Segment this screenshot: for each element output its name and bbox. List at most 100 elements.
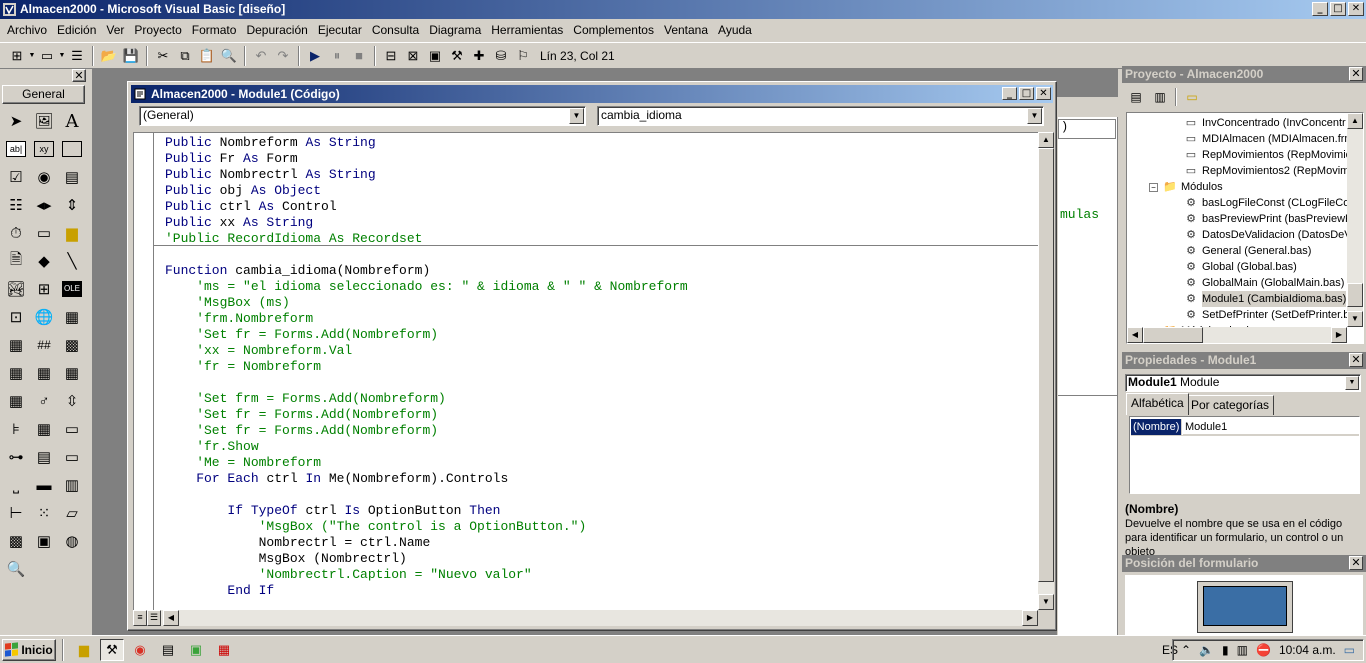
menu-depuracion[interactable]: Depuración xyxy=(241,21,312,40)
dataform-icon[interactable]: ▦ xyxy=(2,387,30,415)
listview-icon[interactable]: ⁙ xyxy=(30,499,58,527)
tree-hscroll-thumb[interactable] xyxy=(1143,327,1203,343)
restore-button[interactable]: □ xyxy=(1330,2,1346,16)
code-vertical-scrollbar[interactable]: ▲ ▼ xyxy=(1038,132,1054,610)
code-line[interactable]: MsgBox (Nombrectrl) xyxy=(165,551,688,567)
code-line[interactable]: 'Set frm = Forms.Add(Nombreform) xyxy=(165,391,688,407)
treeview-icon[interactable]: ⊢ xyxy=(2,499,30,527)
grid-control-icon[interactable]: ▦ xyxy=(58,303,86,331)
calendar-icon[interactable]: ▦ xyxy=(30,415,58,443)
cut-icon[interactable]: ✂ xyxy=(152,45,174,67)
code-line[interactable]: 'Set fr = Forms.Add(Nombreform) xyxy=(165,327,688,343)
drivelistbox-icon[interactable]: ▭ xyxy=(30,219,58,247)
tab-por-categorias[interactable]: Por categorías xyxy=(1186,395,1275,415)
scroll-left-icon[interactable]: ◀ xyxy=(163,610,179,626)
tabstrip-icon[interactable]: ▭ xyxy=(58,415,86,443)
code-line[interactable] xyxy=(165,375,688,391)
menu-editor-icon[interactable]: ☰ xyxy=(66,45,88,67)
progressbar-icon[interactable]: ▬ xyxy=(30,471,58,499)
procedure-combo-arrow-icon[interactable]: ▼ xyxy=(1027,108,1042,124)
full-module-view-icon[interactable]: ☰ xyxy=(147,610,161,626)
calculator-icon[interactable]: ▦ xyxy=(212,639,236,661)
view-object-icon[interactable]: ▥ xyxy=(1149,87,1171,107)
tree-scroll-down-icon[interactable]: ▼ xyxy=(1347,311,1363,327)
tree-node[interactable]: − 📁 Módulos xyxy=(1149,179,1223,195)
menu-ayuda[interactable]: Ayuda xyxy=(713,21,757,40)
toolbox-close-icon[interactable]: ✕ xyxy=(72,69,86,82)
explorer-quicklaunch-icon[interactable]: ▆ xyxy=(72,639,96,661)
frame-icon[interactable]: xy xyxy=(30,135,58,163)
tree-node[interactable]: ▭ InvConcentrado (InvConcentr xyxy=(1183,115,1346,131)
tree-node[interactable]: ⚙ Global (Global.bas) xyxy=(1183,259,1297,275)
collapse-icon[interactable]: − xyxy=(1149,182,1158,192)
open-folder-icon[interactable]: 📂 xyxy=(98,45,120,67)
code-line[interactable]: Function cambia_idioma(Nombreform) xyxy=(165,263,688,279)
object-combo-arrow-icon[interactable]: ▼ xyxy=(569,108,584,124)
scroll-thumb[interactable] xyxy=(1038,148,1054,582)
code-line[interactable]: 'Public RecordIdioma As Recordset xyxy=(165,231,688,247)
security-icon[interactable]: ⛔ xyxy=(1256,643,1271,657)
toolbox-tab-general[interactable]: General xyxy=(2,85,85,104)
tree-vertical-scrollbar[interactable]: ▲ ▼ xyxy=(1347,113,1363,327)
project-close-icon[interactable]: ✕ xyxy=(1349,67,1363,81)
notepad-icon[interactable]: ▤ xyxy=(156,639,180,661)
start-icon[interactable]: ▶ xyxy=(304,45,326,67)
close-button[interactable]: ✕ xyxy=(1348,2,1364,16)
form-layout-area[interactable] xyxy=(1125,575,1363,635)
form-layout-close-icon[interactable]: ✕ xyxy=(1349,556,1363,570)
procedure-combo[interactable]: cambia_idioma ▼ xyxy=(597,106,1044,126)
view-code-icon[interactable]: ▤ xyxy=(1125,87,1147,107)
tree-node[interactable]: ⚙ SetDefPrinter (SetDefPrinter.b xyxy=(1183,307,1349,323)
tree-node[interactable]: ⚙ GlobalMain (GlobalMain.bas) xyxy=(1183,275,1344,291)
datetimepicker-icon[interactable]: ▣ xyxy=(30,527,58,555)
menu-ejecutar[interactable]: Ejecutar xyxy=(313,21,367,40)
scroll-right-icon[interactable]: ▶ xyxy=(1022,610,1038,626)
tree-node[interactable]: ⚙ basPreviewPrint (basPreviewP xyxy=(1183,211,1352,227)
menu-edicion[interactable]: Edición xyxy=(52,21,101,40)
menu-proyecto[interactable]: Proyecto xyxy=(129,21,186,40)
scroll-down-icon[interactable]: ▼ xyxy=(1038,594,1054,610)
hscrollbar-icon[interactable]: ◂▸ xyxy=(30,191,58,219)
code-line[interactable]: Public ctrl As Control xyxy=(165,199,688,215)
menu-archivo[interactable]: Archivo xyxy=(2,21,52,40)
object-browser-icon[interactable]: ⚒ xyxy=(446,45,468,67)
code-line[interactable]: Public obj As Object xyxy=(165,183,688,199)
slider-icon[interactable]: ⊧ xyxy=(2,415,30,443)
add-project-dropdown-icon[interactable]: ▼ xyxy=(28,45,36,67)
tree-node[interactable]: ▭ RepMovimientos2 (RepMovimie xyxy=(1183,163,1358,179)
code-line[interactable] xyxy=(165,247,688,263)
scroll-up-icon[interactable]: ▲ xyxy=(1038,132,1054,148)
code-horizontal-scrollbar[interactable]: ≡ ☰ ◀ ▶ xyxy=(133,610,1038,626)
dbgrid-icon[interactable]: ⊡ xyxy=(2,303,30,331)
statusbar-icon[interactable]: ⎵ xyxy=(2,471,30,499)
form-layout-icon[interactable]: ▣ xyxy=(424,45,446,67)
flatscrollbar-icon[interactable]: ◍ xyxy=(58,527,86,555)
datalist-icon[interactable]: ▦ xyxy=(30,359,58,387)
code-line[interactable]: Public Fr As Form xyxy=(165,151,688,167)
code-line[interactable]: 'Nombrectrl.Caption = "Nuevo valor" xyxy=(165,567,688,583)
vscrollbar-icon[interactable]: ⇕ xyxy=(58,191,86,219)
code-line[interactable]: 'Set fr = Forms.Add(Nombreform) xyxy=(165,407,688,423)
project-explorer-icon[interactable]: ⊟ xyxy=(380,45,402,67)
save-icon[interactable]: 💾 xyxy=(120,45,142,67)
code-line[interactable]: End If xyxy=(165,583,688,599)
minimize-button[interactable]: _ xyxy=(1312,2,1328,16)
find-icon[interactable]: 🔍 xyxy=(218,45,240,67)
tree-node[interactable]: ▭ RepMovimientos (RepMovimier xyxy=(1183,147,1356,163)
tree-scroll-left-icon[interactable]: ◀ xyxy=(1127,327,1143,343)
code-line[interactable]: 'MsgBox ("The control is a OptionButton.… xyxy=(165,519,688,535)
visual-component-manager-icon[interactable]: ⚐ xyxy=(512,45,534,67)
menu-diagrama[interactable]: Diagrama xyxy=(424,21,486,40)
code-line[interactable]: Nombrectrl = ctrl.Name xyxy=(165,535,688,551)
property-name-cell[interactable]: (Nombre) xyxy=(1131,419,1181,435)
procedure-view-icon[interactable]: ≡ xyxy=(133,610,147,626)
imagelist-icon[interactable]: ▥ xyxy=(58,471,86,499)
toggle-folders-icon[interactable]: ▭ xyxy=(1181,87,1203,107)
property-value-cell[interactable]: Module1 xyxy=(1183,419,1359,435)
code-line[interactable]: 'Me = Nombreform xyxy=(165,455,688,471)
object-selector-arrow-icon[interactable]: ▼ xyxy=(1345,376,1359,390)
msflexgrid-icon[interactable]: ▦ xyxy=(2,331,30,359)
show-desktop-icon[interactable]: ▭ xyxy=(1344,643,1355,657)
code-close-button[interactable]: ✕ xyxy=(1036,87,1051,100)
checkbox-icon[interactable]: ☑ xyxy=(2,163,30,191)
